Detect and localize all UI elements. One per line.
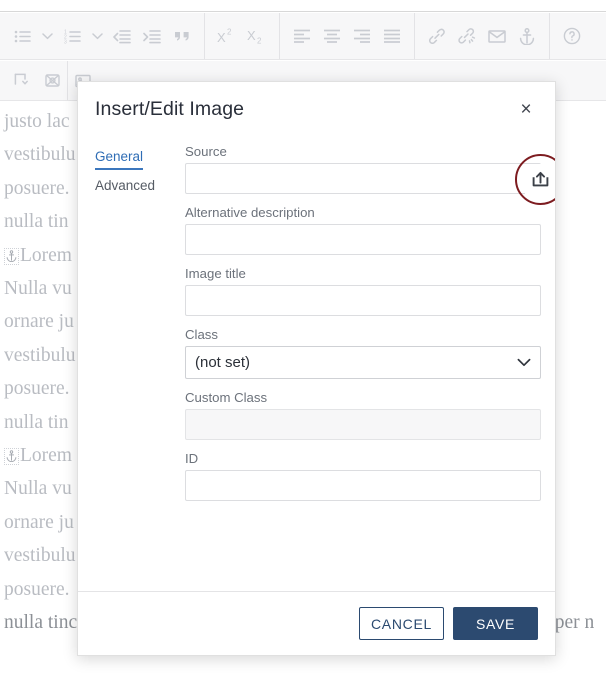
svg-text:X: X bbox=[247, 28, 256, 43]
toolbar-group-script: X 2 X 2 bbox=[205, 13, 279, 59]
dialog-form: Source Alternative description Image tit… bbox=[170, 138, 555, 591]
svg-text:2: 2 bbox=[227, 28, 232, 37]
field-class: Class (not set) bbox=[185, 327, 541, 379]
email-icon[interactable] bbox=[482, 21, 512, 51]
upload-icon[interactable] bbox=[525, 163, 555, 194]
chevron-down-icon[interactable] bbox=[87, 21, 107, 51]
image-title-label: Image title bbox=[185, 266, 246, 281]
alt-label: Alternative description bbox=[185, 205, 315, 220]
svg-text:X: X bbox=[217, 30, 226, 44]
anchor-icon[interactable] bbox=[512, 21, 542, 51]
align-right-icon[interactable] bbox=[347, 21, 377, 51]
class-select[interactable]: (not set) bbox=[185, 346, 541, 379]
align-left-icon[interactable] bbox=[287, 21, 317, 51]
class-select-value: (not set) bbox=[195, 354, 251, 371]
alt-input[interactable] bbox=[185, 224, 541, 255]
indent-icon[interactable] bbox=[137, 21, 167, 51]
source-input[interactable] bbox=[185, 163, 541, 194]
superscript-icon[interactable]: X 2 bbox=[212, 21, 242, 51]
align-center-icon[interactable] bbox=[317, 21, 347, 51]
chevron-down-icon[interactable] bbox=[37, 21, 57, 51]
toolbar-group-align bbox=[280, 13, 414, 59]
unlink-icon[interactable] bbox=[452, 21, 482, 51]
numbered-list-icon[interactable]: 1 2 3 bbox=[57, 21, 87, 51]
editor-page: 1 2 3 X 2 X 2 justo lac vestibulu posuer… bbox=[0, 0, 606, 682]
field-id: ID bbox=[185, 451, 541, 501]
align-justify-icon[interactable] bbox=[377, 21, 407, 51]
table-icon[interactable] bbox=[7, 66, 37, 96]
editor-toolbar-row-1: 1 2 3 X 2 X 2 bbox=[0, 13, 606, 60]
tab-advanced[interactable]: Advanced bbox=[95, 175, 155, 197]
dialog-tab-list: General Advanced bbox=[78, 138, 170, 591]
save-button[interactable]: SAVE bbox=[453, 607, 538, 640]
media-icon[interactable] bbox=[37, 66, 67, 96]
id-input[interactable] bbox=[185, 470, 541, 501]
toolbar-group-help bbox=[550, 13, 594, 59]
outdent-icon[interactable] bbox=[107, 21, 137, 51]
bullet-list-icon[interactable] bbox=[7, 21, 37, 51]
tab-general[interactable]: General bbox=[95, 146, 144, 170]
source-row bbox=[185, 153, 555, 205]
subscript-icon[interactable]: X 2 bbox=[242, 21, 272, 51]
source-label: Source bbox=[185, 144, 227, 159]
dialog-footer: CANCEL SAVE bbox=[78, 591, 555, 655]
anchor-icon bbox=[4, 247, 19, 265]
close-icon[interactable]: × bbox=[515, 98, 537, 120]
toolbar-group-link bbox=[415, 13, 549, 59]
svg-text:3: 3 bbox=[64, 39, 67, 44]
chevron-down-icon bbox=[517, 358, 531, 367]
cancel-button[interactable]: CANCEL bbox=[359, 607, 444, 640]
dialog-title: Insert/Edit Image bbox=[95, 97, 245, 120]
help-icon[interactable] bbox=[557, 21, 587, 51]
id-label: ID bbox=[185, 451, 199, 466]
editor-top-strip bbox=[0, 0, 606, 12]
anchor-icon bbox=[4, 448, 19, 466]
dialog-body: General Advanced Source Alternative desc… bbox=[78, 136, 555, 591]
field-image-title: Image title bbox=[185, 266, 541, 316]
field-custom-class: Custom Class bbox=[185, 390, 541, 440]
class-label: Class bbox=[185, 327, 218, 342]
image-title-input[interactable] bbox=[185, 285, 541, 316]
svg-text:2: 2 bbox=[257, 37, 262, 45]
link-icon[interactable] bbox=[422, 21, 452, 51]
custom-class-input[interactable] bbox=[185, 409, 541, 440]
field-alt: Alternative description bbox=[185, 205, 541, 255]
dialog-header: Insert/Edit Image × bbox=[78, 82, 555, 136]
field-source: Source bbox=[185, 144, 555, 205]
custom-class-label: Custom Class bbox=[185, 390, 268, 405]
insert-edit-image-dialog: Insert/Edit Image × General Advanced Sou… bbox=[77, 81, 556, 656]
blockquote-icon[interactable] bbox=[167, 21, 197, 51]
toolbar-group-lists: 1 2 3 bbox=[0, 13, 204, 59]
